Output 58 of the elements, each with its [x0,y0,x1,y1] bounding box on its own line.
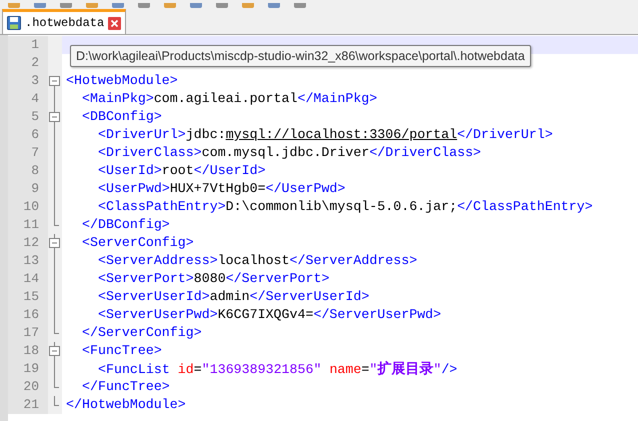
line-number: 19 [8,360,48,378]
code-line: </FuncTree> [82,378,170,396]
toolbar-icon[interactable] [60,3,72,8]
toolbar-icon[interactable] [8,3,20,8]
code-line: <FuncList id="1369389321856" name="扩展目录"/> [98,360,458,378]
line-number: 13 [8,252,48,270]
line-number: 14 [8,270,48,288]
code-line: <ServerPort>8080</ServerPort> [98,270,330,288]
code-line: <UserPwd>HUX+7VtHgb0=</UserPwd> [98,180,346,198]
code-line: <ClassPathEntry>D:\commonlib\mysql-5.0.6.jar;</ClassPathEntry> [98,198,593,216]
toolbar-icon[interactable] [190,3,202,8]
code-line: <UserId>root</UserId> [98,162,266,180]
line-number: 16 [8,306,48,324]
line-number: 20 [8,378,48,396]
line-number: 3 [8,72,48,90]
line-number: 2 [8,54,48,72]
toolbar-icon[interactable] [294,3,306,8]
code-line: <DriverClass>com.mysql.jdbc.Driver</DriverClass> [98,144,482,162]
line-number: 5 [8,108,48,126]
line-number: 12 [8,234,48,252]
code-line: <ServerConfig> [82,234,194,252]
code-line: <ServerUserPwd>K6CG7IXQGv4=</ServerUserPwd> [98,306,442,324]
line-number: 11 [8,216,48,234]
toolbar-icon[interactable] [112,3,124,8]
file-tab[interactable]: .hotwebdata [2,9,126,34]
close-icon[interactable] [108,16,122,30]
toolbar-icon[interactable] [34,3,46,8]
line-number: 18 [8,342,48,360]
path-tooltip: D:\work\agileai\Products\miscdp-studio-win32_x86\workspace\portal\.hotwebdata [70,45,531,67]
code-line: </DBConfig> [82,216,170,234]
code-line: </ServerConfig> [82,324,202,342]
line-number: 15 [8,288,48,306]
code-line: <MainPkg>com.agileai.portal</MainPkg> [82,90,378,108]
line-number: 1 [8,36,48,54]
toolbar-icon[interactable] [268,3,280,8]
code-line: <ServerAddress>localhost</ServerAddress> [98,252,418,270]
line-number: 9 [8,180,48,198]
toolbar-icon[interactable] [138,3,150,8]
line-number: 10 [8,198,48,216]
line-number: 17 [8,324,48,342]
line-number: 7 [8,144,48,162]
toolbar-icon[interactable] [242,3,254,8]
line-number: 4 [8,90,48,108]
toolbar-icon[interactable] [86,3,98,8]
code-line: <DBConfig> [82,108,162,126]
fold-end-icon [54,324,59,334]
line-number: 8 [8,162,48,180]
code-line: <FuncTree> [82,342,162,360]
code-line: </HotwebModule> [66,396,186,414]
code-line: <DriverUrl>jdbc:mysql://localhost:3306/portal</DriverUrl> [98,126,553,144]
toolbar-icon[interactable] [164,3,176,8]
toolbar-icon[interactable] [216,3,228,8]
code-line: <HotwebModule> [66,72,178,90]
code-line: <ServerUserId>admin</ServerUserId> [98,288,370,306]
line-number: 21 [8,396,48,414]
line-number: 6 [8,126,48,144]
save-icon [7,16,21,30]
fold-end-icon [54,216,59,226]
